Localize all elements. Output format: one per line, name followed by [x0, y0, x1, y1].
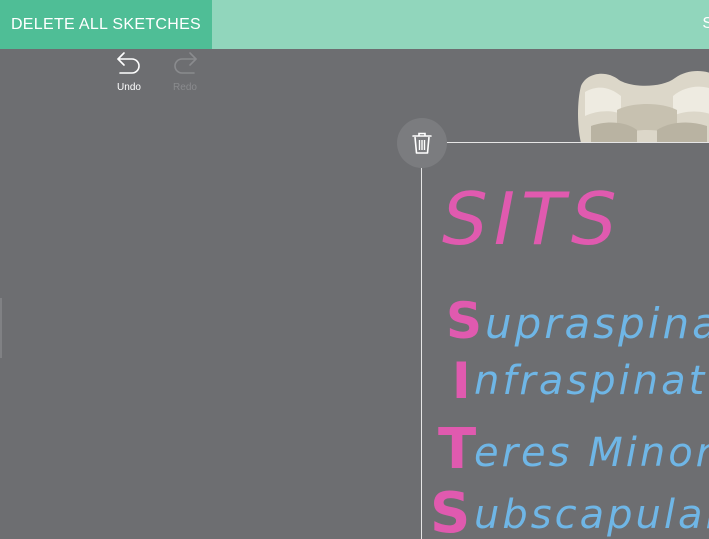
sketch-line-3-initial: T	[438, 417, 476, 482]
sketch-line-3-rest: eres Minor	[474, 430, 709, 476]
sketch-line-2-initial: I	[452, 352, 471, 410]
sketch-line-4-initial: S	[430, 481, 470, 539]
sketch-line-1-rest: upraspinat	[485, 299, 709, 348]
sketch-title: SITS	[442, 177, 623, 261]
sketch-line-2-rest: nfraspinat	[474, 358, 707, 404]
sketch-line-1-initial: S	[446, 292, 482, 350]
handwritten-sketch: SITS S upraspinat I nfraspinat T eres Mi…	[430, 177, 709, 539]
sketch-line-4-rest: ubscapulari	[474, 492, 709, 538]
